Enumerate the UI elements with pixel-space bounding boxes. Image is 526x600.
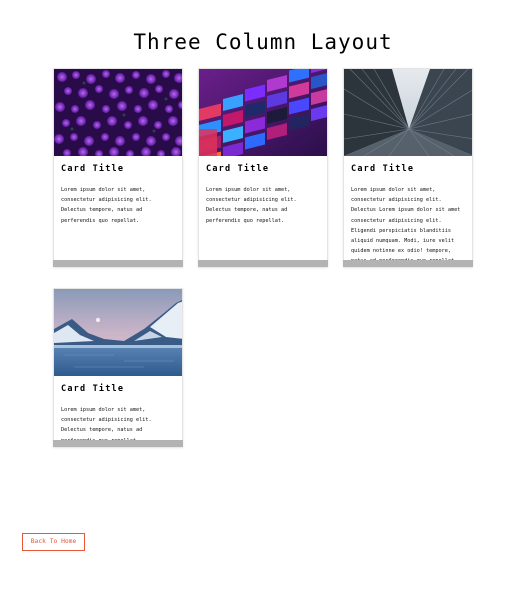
card-footer-bar [343,260,473,267]
card-image-purple-flowers [54,69,182,156]
card-title: Card Title [351,164,415,174]
card-footer-bar [53,440,183,447]
card-footer-bar [53,260,183,267]
card: Card Title Lorem ipsum dolor sit amet, c… [53,68,183,267]
page-title: Three Column Layout [133,30,393,54]
card-body: Card Title Lorem ipsum dolor sit amet, c… [54,376,182,446]
card-image-skyscrapers [344,69,472,156]
card-footer-bar [198,260,328,267]
card: Card Title Lorem ipsum dolor sit amet, c… [53,288,183,447]
card-text: Lorem ipsum dolor sit amet, consectetur … [206,187,297,224]
card-image-snowy-mountains [54,289,182,376]
card: Card Title Lorem ipsum dolor sit amet, c… [198,68,328,267]
card-image-colorful-building [199,69,327,156]
card-title: Card Title [61,164,125,174]
card-title: Card Title [61,384,125,394]
card-title: Card Title [206,164,270,174]
card-body: Card Title Lorem ipsum dolor sit amet, c… [54,156,182,226]
card-body: Card Title Lorem ipsum dolor sit amet, c… [344,156,472,267]
back-to-home-button[interactable]: Back To Home [22,533,85,551]
card: Card Title Lorem ipsum dolor sit amet, c… [343,68,473,267]
card-text: Lorem ipsum dolor sit amet, consectetur … [61,187,152,224]
card-text: Lorem ipsum dolor sit amet, consectetur … [351,187,461,264]
card-body: Card Title Lorem ipsum dolor sit amet, c… [199,156,327,226]
